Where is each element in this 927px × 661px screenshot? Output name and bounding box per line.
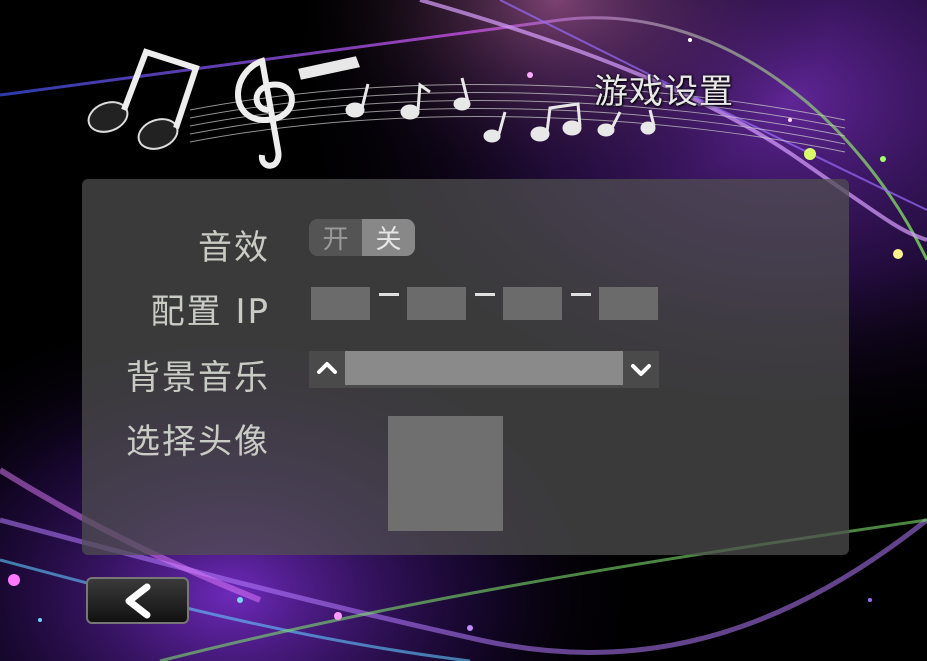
back-arrow-icon	[125, 583, 150, 618]
sound-on-option[interactable]: 开	[309, 219, 362, 256]
music-select[interactable]	[309, 351, 659, 388]
ip-octet-1[interactable]	[311, 287, 370, 320]
music-prev-button[interactable]	[309, 351, 345, 385]
ip-label: 配置 IP	[150, 292, 270, 332]
page-title: 游戏设置	[594, 72, 734, 112]
ip-octet-4[interactable]	[599, 287, 658, 320]
music-label: 背景音乐	[126, 358, 270, 398]
ip-octet-2[interactable]	[407, 287, 466, 320]
ip-separator	[475, 293, 495, 296]
avatar-picker[interactable]	[388, 416, 503, 531]
ip-octet-3[interactable]	[503, 287, 562, 320]
ip-separator	[571, 293, 591, 296]
avatar-label: 选择头像	[126, 422, 270, 462]
music-value[interactable]	[345, 351, 623, 385]
sound-off-option[interactable]: 关	[362, 219, 415, 256]
chevron-down-icon	[631, 363, 651, 376]
ip-separator	[379, 293, 399, 296]
back-button[interactable]	[86, 577, 189, 624]
sound-label: 音效	[198, 228, 270, 268]
sound-toggle[interactable]: 开 关	[309, 219, 415, 256]
chevron-up-icon	[317, 362, 337, 374]
music-next-button[interactable]	[623, 351, 659, 388]
